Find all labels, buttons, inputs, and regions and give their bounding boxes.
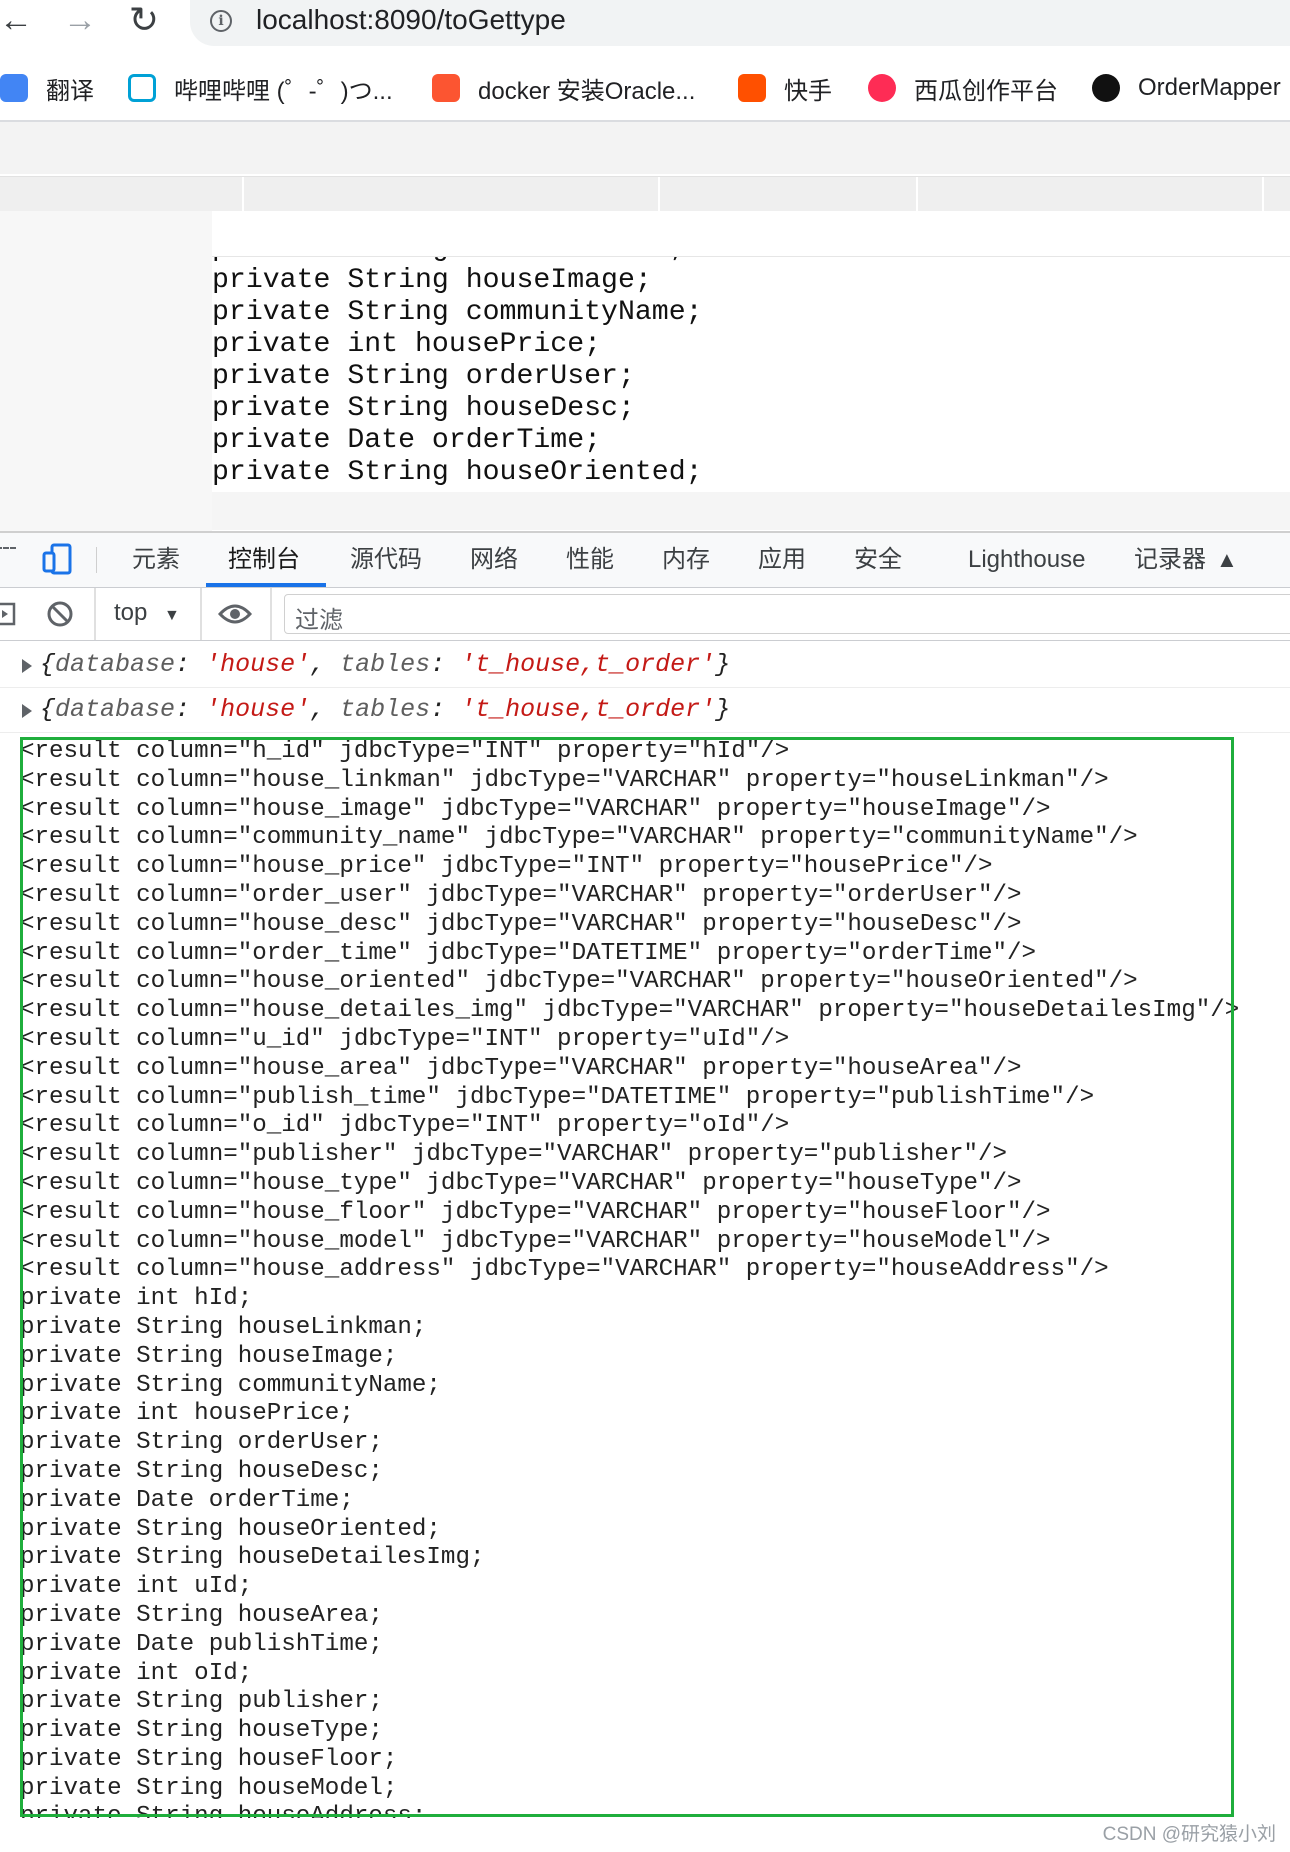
reload-icon[interactable]: ↻ — [124, 0, 164, 44]
bookmark-translate[interactable]: 翻译 — [0, 68, 94, 108]
divider — [1262, 177, 1264, 211]
page-tab-strip — [0, 176, 1290, 212]
tab-console[interactable]: 控制台 — [228, 533, 300, 587]
device-toolbar-icon[interactable] — [42, 543, 72, 575]
console-filter-bar: top ▼ 过滤 — [0, 588, 1290, 641]
bilibili-icon — [128, 74, 156, 102]
bookmark-label: 西瓜创作平台 — [914, 77, 1058, 105]
bookmark-docker[interactable]: docker 安装Oracle... — [432, 68, 695, 108]
filter-placeholder: 过滤 — [295, 607, 343, 634]
tab-network[interactable]: 网络 — [470, 533, 518, 587]
tab-performance[interactable]: 性能 — [566, 533, 614, 587]
xigua-icon — [868, 74, 896, 102]
bookmark-xigua[interactable]: 西瓜创作平台 — [868, 68, 1058, 108]
generated-code-area[interactable]: private String houseLinkman; private Str… — [212, 256, 1290, 493]
expand-triangle-icon[interactable] — [22, 659, 32, 673]
flask-icon: ▲ — [1216, 547, 1238, 572]
active-tab-indicator — [206, 583, 326, 587]
context-selector[interactable]: top ▼ — [114, 599, 180, 627]
generated-code-text: private String houseLinkman; private Str… — [212, 257, 703, 488]
browser-toolbar: ← → ↻ i localhost:8090/toGettype — [0, 0, 1290, 48]
divider — [270, 588, 272, 640]
console-log-entry[interactable]: {database: 'house', tables: 't_house,t_o… — [0, 643, 1290, 688]
github-icon — [1092, 74, 1120, 102]
highlight-box — [20, 737, 1234, 1817]
tab-security[interactable]: 安全 — [854, 533, 902, 587]
bookmark-label: 翻译 — [46, 77, 94, 105]
bookmark-label: docker 安装Oracle... — [478, 77, 696, 105]
address-bar[interactable]: i localhost:8090/toGettype — [190, 0, 1290, 46]
bookmark-ordermapper[interactable]: OrderMapper — [1092, 68, 1281, 108]
tab-recorder[interactable]: 记录器 — [1134, 533, 1206, 587]
bookmarks-bar: 翻译 哔哩哔哩 (゜-゜)つ... docker 安装Oracle... 快手 … — [0, 68, 1290, 120]
console-log-entry[interactable]: {database: 'house', tables: 't_house,t_o… — [0, 688, 1290, 733]
divider — [200, 588, 202, 640]
info-icon[interactable]: i — [210, 10, 232, 32]
bookmark-label: 哔哩哔哩 (゜-゜)つ... — [174, 77, 393, 105]
tab-application[interactable]: 应用 — [758, 533, 806, 587]
bookmark-kuaishou[interactable]: 快手 — [738, 68, 832, 108]
divider — [916, 177, 918, 211]
csdn-icon — [432, 74, 460, 102]
sidebar-toggle-icon[interactable] — [0, 602, 18, 626]
context-label: top — [114, 599, 148, 626]
page-left-panel — [0, 211, 212, 531]
divider — [96, 547, 97, 573]
clear-console-icon[interactable] — [46, 600, 74, 628]
bookmark-label: 快手 — [784, 77, 832, 105]
tab-elements[interactable]: 元素 — [132, 533, 180, 587]
forward-arrow-icon[interactable]: → — [60, 0, 100, 44]
eye-icon[interactable] — [218, 602, 252, 626]
bookmark-bilibili[interactable]: 哔哩哔哩 (゜-゜)つ... — [128, 68, 393, 108]
devtools-tab-bar: 元素 控制台 源代码 网络 性能 内存 应用 安全 Lighthouse 记录器… — [0, 533, 1290, 588]
kuaishou-icon — [738, 74, 766, 102]
divider — [658, 177, 660, 211]
back-arrow-icon[interactable]: ← — [0, 0, 36, 44]
inspect-element-icon[interactable] — [0, 547, 16, 571]
divider — [242, 177, 244, 211]
page-header-strip — [0, 122, 1290, 174]
tab-memory[interactable]: 内存 — [662, 533, 710, 587]
filter-input[interactable]: 过滤 — [284, 594, 1290, 634]
page-footer-strip — [212, 492, 1290, 530]
tab-lighthouse[interactable]: Lighthouse — [968, 533, 1085, 587]
bookmark-label: OrderMapper — [1138, 74, 1281, 101]
dropdown-arrow-icon: ▼ — [164, 607, 180, 624]
watermark: CSDN @研究猿小刘 — [1102, 1824, 1276, 1845]
google-translate-icon — [0, 74, 28, 102]
expand-triangle-icon[interactable] — [22, 704, 32, 718]
divider — [94, 588, 96, 640]
url-text[interactable]: localhost:8090/toGettype — [256, 4, 566, 36]
tab-sources[interactable]: 源代码 — [350, 533, 422, 587]
